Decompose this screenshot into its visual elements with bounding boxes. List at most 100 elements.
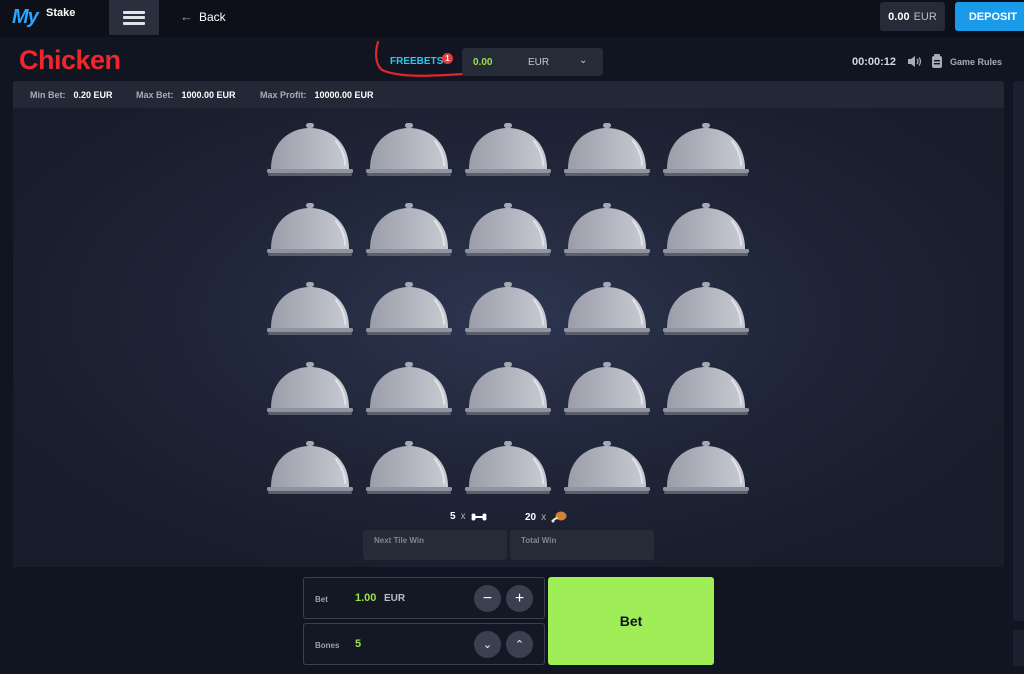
back-link[interactable]: ← Back xyxy=(180,9,226,24)
cloche-tile[interactable] xyxy=(266,201,354,261)
bet-label: Bet xyxy=(315,595,328,604)
min-bet-limit: Min Bet: 0.20 EUR xyxy=(30,90,113,100)
logo-stake-text: Stake xyxy=(46,7,76,19)
cloche-tile[interactable] xyxy=(563,280,651,340)
bet-amount-value[interactable]: 1.00 xyxy=(355,592,376,604)
cloche-icon xyxy=(267,441,353,494)
menu-button[interactable] xyxy=(109,0,159,35)
cloche-tile[interactable] xyxy=(266,439,354,499)
cloche-icon xyxy=(564,361,650,415)
max-profit-limit: Max Profit: 10000.00 EUR xyxy=(260,90,374,100)
total-win-label: Total Win xyxy=(521,536,557,545)
cloche-icon xyxy=(465,123,551,176)
cloche-tile[interactable] xyxy=(365,439,453,499)
cloche-tile[interactable] xyxy=(365,121,453,181)
speaker-icon[interactable] xyxy=(907,55,923,68)
freebet-currency: EUR xyxy=(528,57,550,68)
decrease-bones-button[interactable]: ⌄ xyxy=(474,631,501,658)
minus-icon: − xyxy=(482,589,493,607)
rulebook-icon xyxy=(932,54,942,68)
cloche-icon xyxy=(465,361,551,415)
increase-bet-button[interactable]: + xyxy=(506,585,533,612)
game-board xyxy=(13,108,1004,567)
bones-counter: 5 x xyxy=(450,511,487,522)
session-timer: 00:00:12 xyxy=(852,56,897,68)
max-bet-limit: Max Bet: 1000.00 EUR xyxy=(136,90,236,100)
bones-count: 5 xyxy=(450,511,456,522)
cloche-tile[interactable] xyxy=(266,121,354,181)
cloche-tile[interactable] xyxy=(662,280,750,340)
bones-value[interactable]: 5 xyxy=(355,638,361,650)
cloche-tile[interactable] xyxy=(662,121,750,181)
deposit-button[interactable]: DEPOSIT xyxy=(955,2,1024,31)
game-rules-button[interactable]: Game Rules xyxy=(931,54,1002,69)
cloche-tile[interactable] xyxy=(464,201,552,261)
freebets-count-badge: 1 xyxy=(442,53,453,64)
balance-display[interactable]: 0.00 EUR xyxy=(880,2,945,31)
cloche-tile[interactable] xyxy=(365,201,453,261)
bone-icon xyxy=(471,513,487,520)
cloche-icon xyxy=(465,441,551,494)
freebet-amount: 0.00 xyxy=(473,57,493,68)
bet-button[interactable]: Bet xyxy=(548,577,714,665)
cloche-tile[interactable] xyxy=(662,439,750,499)
min-bet-label: Min Bet: xyxy=(30,90,66,100)
cloche-icon xyxy=(267,282,353,335)
bones-label: Bones xyxy=(315,641,340,650)
plus-icon: + xyxy=(514,589,525,607)
cloche-tile[interactable] xyxy=(464,121,552,181)
decrease-bet-button[interactable]: − xyxy=(474,585,501,612)
cloche-icon xyxy=(564,282,650,335)
side-panel-edge xyxy=(1013,81,1024,621)
cloche-tile[interactable] xyxy=(365,280,453,340)
cloche-tile[interactable] xyxy=(563,201,651,261)
cloche-tile[interactable] xyxy=(563,121,651,181)
cloche-tile[interactable] xyxy=(464,439,552,499)
cloche-tile[interactable] xyxy=(662,360,750,420)
cloche-tile[interactable] xyxy=(563,439,651,499)
cloche-icon xyxy=(564,441,650,494)
cloche-icon xyxy=(366,441,452,494)
cloche-tile[interactable] xyxy=(563,360,651,420)
hamburger-icon xyxy=(123,10,145,25)
chevron-down-icon: ⌄ xyxy=(579,55,588,66)
cloche-icon xyxy=(663,123,749,176)
bones-control: Bones 5 ⌄ ⌃ xyxy=(303,623,545,665)
game-rules-label: Game Rules xyxy=(950,56,1003,67)
bet-limits-bar: Min Bet: 0.20 EUR Max Bet: 1000.00 EUR Max… xyxy=(13,81,1004,108)
side-panel-edge-bottom xyxy=(1013,630,1024,666)
logo-my-text: My xyxy=(12,6,39,28)
back-label: Back xyxy=(199,9,226,24)
chicken-count: 20 xyxy=(525,511,537,523)
min-bet-value: 0.20 EUR xyxy=(73,90,113,100)
increase-bones-button[interactable]: ⌃ xyxy=(506,631,533,658)
cloche-icon xyxy=(663,441,749,494)
max-profit-label: Max Profit: xyxy=(260,90,307,100)
chicken-counter: 20 x xyxy=(525,511,567,523)
max-profit-value: 10000.00 EUR xyxy=(314,90,374,100)
freebet-select[interactable]: 0.00 EUR ⌄ xyxy=(462,48,603,76)
cloche-icon xyxy=(366,123,452,176)
bet-currency: EUR xyxy=(384,593,406,604)
cloche-tile[interactable] xyxy=(266,360,354,420)
cloche-icon xyxy=(366,202,452,256)
freebets-tab[interactable]: FREEBETS xyxy=(390,56,443,67)
cloche-tile[interactable] xyxy=(464,280,552,340)
cloche-tile[interactable] xyxy=(266,280,354,340)
mystake-logo[interactable]: My Stake xyxy=(12,4,82,32)
cloche-tile[interactable] xyxy=(662,201,750,261)
chevron-down-icon: ⌄ xyxy=(482,639,493,651)
arrow-left-icon: ← xyxy=(180,9,193,24)
balance-amount: 0.00 xyxy=(888,10,910,23)
cloche-icon xyxy=(564,202,650,256)
cloche-icon xyxy=(663,361,749,415)
game-title: Chicken xyxy=(19,45,121,75)
cloche-icon xyxy=(267,202,353,256)
cloche-icon xyxy=(465,282,551,335)
bet-amount-control: Bet 1.00 EUR − + xyxy=(303,577,545,619)
cloche-tile[interactable] xyxy=(464,360,552,420)
next-tile-win-label: Next Tile Win xyxy=(374,536,425,545)
cloche-icon xyxy=(366,282,452,335)
top-bar: My Stake ← Back 0.00 EUR DEPOSIT xyxy=(0,0,1024,37)
cloche-tile[interactable] xyxy=(365,360,453,420)
